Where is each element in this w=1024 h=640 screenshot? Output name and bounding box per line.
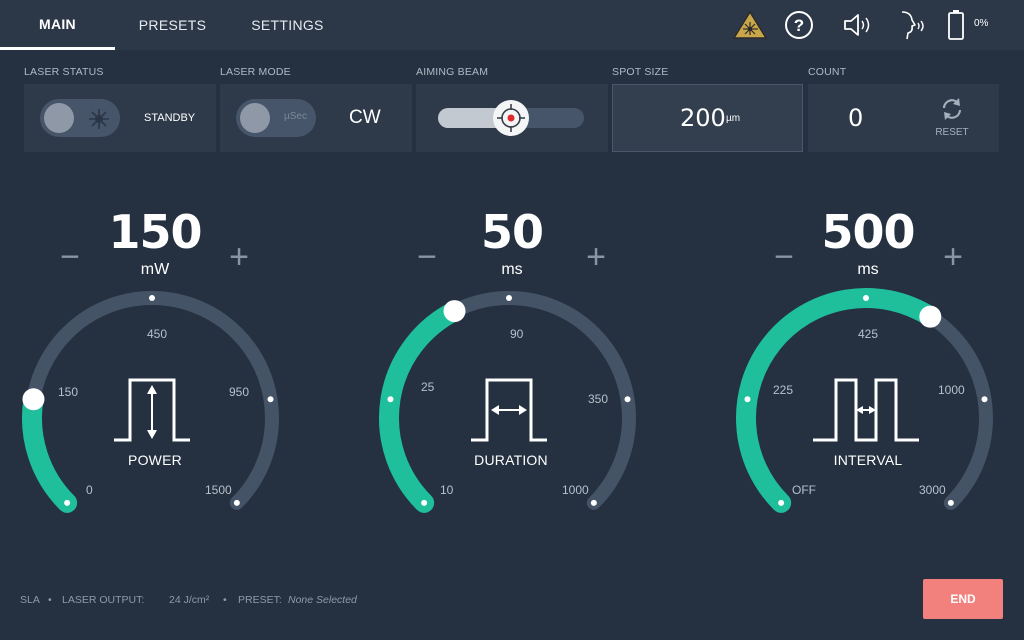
duration-arrow-left bbox=[491, 405, 499, 415]
power-tick-4: 1500 bbox=[205, 483, 232, 497]
interval-tick-dot-3 bbox=[981, 396, 988, 403]
end-button[interactable]: END bbox=[923, 579, 1003, 619]
footer-dot: • bbox=[48, 594, 52, 606]
duration-tick-dot-0 bbox=[421, 499, 428, 506]
power-tick-0: 0 bbox=[86, 483, 93, 497]
power-handle[interactable] bbox=[22, 388, 45, 411]
duration-handle[interactable] bbox=[443, 300, 466, 323]
power-arrow-up bbox=[147, 385, 157, 394]
duration-increase-button[interactable]: + bbox=[581, 240, 611, 274]
duration-tick-0: 10 bbox=[440, 483, 454, 497]
power-unit: mW bbox=[140, 261, 170, 278]
interval-name: INTERVAL bbox=[833, 452, 903, 468]
interval-tick-1: 225 bbox=[773, 383, 794, 397]
interval-increase-button[interactable]: + bbox=[938, 240, 968, 274]
duration-unit: ms bbox=[501, 261, 523, 278]
power-name: POWER bbox=[128, 452, 182, 468]
power-tick-dot-0 bbox=[64, 499, 71, 506]
duration-value: 50 bbox=[480, 205, 544, 259]
interval-tick-4: 3000 bbox=[919, 483, 946, 497]
gauges-canvas bbox=[22, 288, 993, 513]
power-value: 150 bbox=[108, 205, 202, 259]
duration-tick-2: 90 bbox=[510, 327, 524, 341]
preset-value: None Selected bbox=[288, 594, 357, 606]
footer-sla: SLA bbox=[20, 594, 40, 606]
power-fill-arc bbox=[22, 389, 78, 513]
power-increase-button[interactable]: + bbox=[224, 240, 254, 274]
power-tick-dot-2 bbox=[149, 295, 155, 301]
power-tick-dot-3 bbox=[267, 396, 274, 403]
duration-fill-arc bbox=[379, 301, 465, 513]
interval-tick-dot-4 bbox=[947, 499, 954, 506]
interval-tick-3: 1000 bbox=[938, 383, 965, 397]
duration-arrow-right bbox=[519, 405, 527, 415]
interval-tick-0: OFF bbox=[792, 483, 816, 497]
footer-dot: • bbox=[223, 594, 227, 606]
power-arrow-down bbox=[147, 430, 157, 439]
power-tick-2: 450 bbox=[147, 327, 168, 341]
duration-tick-dot-3 bbox=[624, 396, 631, 403]
power-tick-1: 150 bbox=[58, 385, 79, 399]
duration-tick-4: 1000 bbox=[562, 483, 589, 497]
interval-unit: ms bbox=[857, 261, 879, 278]
power-tick-dot-4 bbox=[233, 499, 240, 506]
preset-label: PRESET: bbox=[238, 594, 282, 606]
interval-tick-dot-0 bbox=[778, 499, 785, 506]
duration-tick-dot-4 bbox=[590, 499, 597, 506]
interval-tick-dot-1 bbox=[744, 396, 751, 403]
laser-output-label: LASER OUTPUT: bbox=[62, 594, 145, 606]
interval-tick-2: 425 bbox=[858, 327, 879, 341]
duration-tick-3: 350 bbox=[588, 392, 609, 406]
interval-fill-arc bbox=[736, 288, 941, 513]
power-tick-3: 950 bbox=[229, 385, 250, 399]
duration-name: DURATION bbox=[474, 452, 548, 468]
laser-output-value: 24 J/cm² bbox=[169, 594, 210, 606]
interval-handle[interactable] bbox=[919, 305, 942, 328]
duration-tick-dot-1 bbox=[387, 396, 394, 403]
duration-tick-1: 25 bbox=[421, 380, 435, 394]
duration-tick-dot-2 bbox=[506, 295, 512, 301]
interval-tick-dot-2 bbox=[863, 295, 869, 301]
interval-value: 500 bbox=[821, 205, 915, 259]
